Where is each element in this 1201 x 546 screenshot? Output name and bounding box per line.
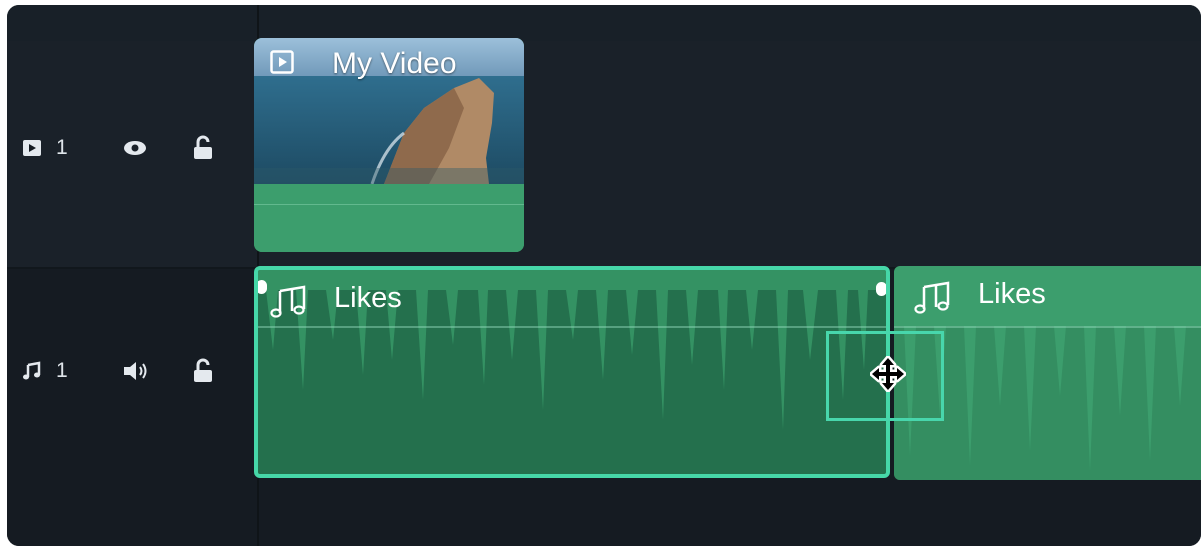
music-notes-icon xyxy=(270,285,306,318)
eye-icon[interactable] xyxy=(120,135,150,161)
move-cursor-icon xyxy=(870,356,906,392)
audio-clip-title: Likes xyxy=(978,278,1046,310)
audio-clip-selected[interactable]: Likes xyxy=(254,266,890,478)
lock-open-icon[interactable] xyxy=(190,356,216,386)
video-track-number: 1 xyxy=(56,136,68,159)
audio-level-line xyxy=(894,326,1201,328)
video-clip[interactable]: My Video xyxy=(254,38,524,252)
video-clip-title: My Video xyxy=(332,47,457,80)
clip-start-handle[interactable] xyxy=(258,280,267,294)
audio-track-number: 1 xyxy=(56,359,68,382)
video-track-icon xyxy=(23,140,41,156)
play-box-icon xyxy=(270,50,294,74)
music-notes-icon xyxy=(914,281,950,314)
video-clip-audio-strip xyxy=(254,184,524,252)
audio-level-line xyxy=(258,326,886,328)
video-track-header: 1 xyxy=(0,130,250,170)
clip-end-handle[interactable] xyxy=(876,282,886,296)
music-note-icon xyxy=(23,361,41,380)
lock-open-icon[interactable] xyxy=(190,133,216,163)
track-header-column xyxy=(7,5,257,546)
audio-clip-title: Likes xyxy=(334,282,402,314)
speaker-icon[interactable] xyxy=(120,358,150,384)
audio-level-line xyxy=(254,204,524,205)
audio-track-header: 1 xyxy=(0,353,250,393)
